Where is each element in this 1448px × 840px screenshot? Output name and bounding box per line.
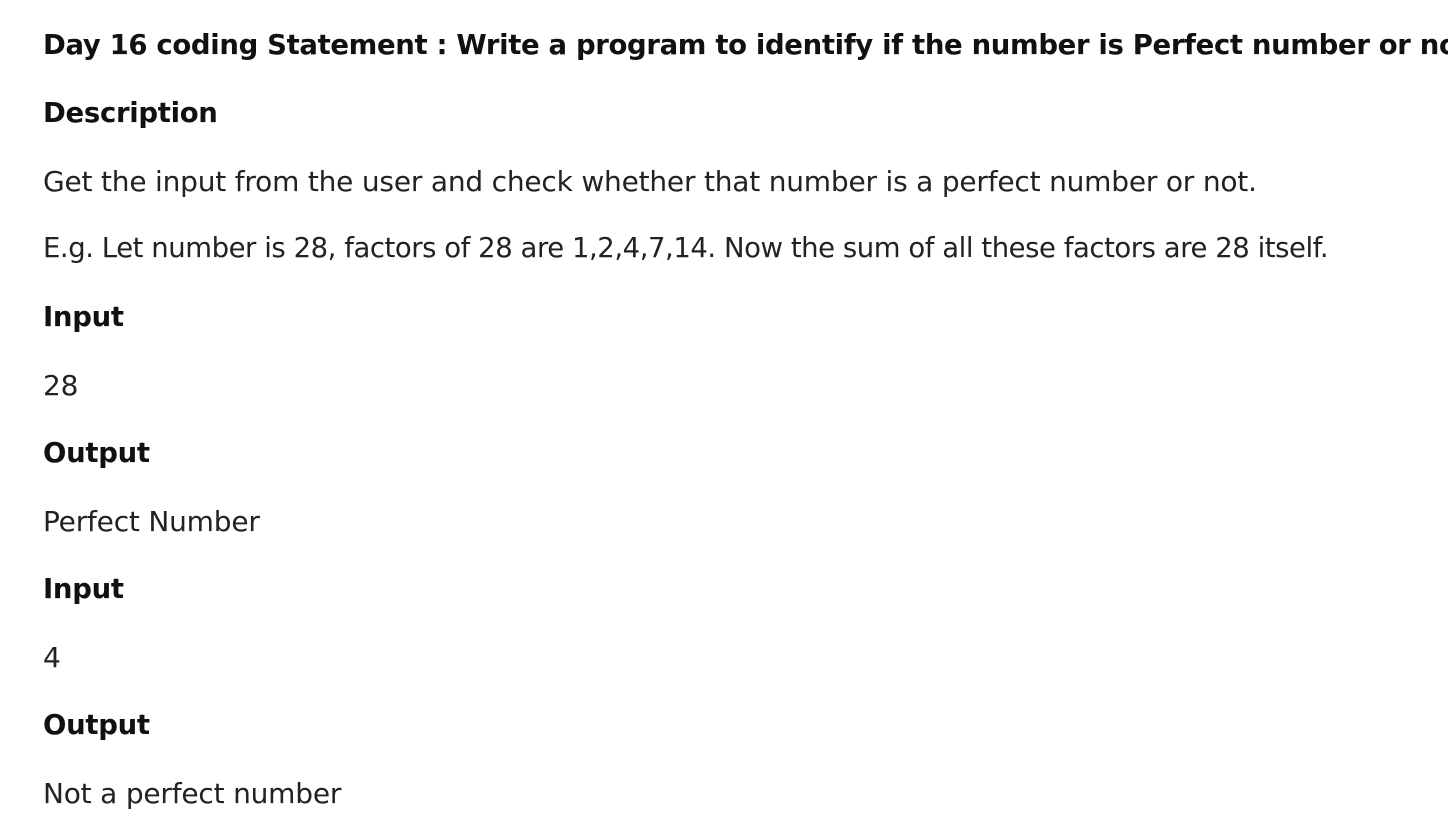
example-2-output-heading: Output bbox=[43, 709, 150, 741]
example-1-output-heading: Output bbox=[43, 437, 150, 469]
example-1-input-heading: Input bbox=[43, 301, 124, 333]
example-2-output-value: Not a perfect number bbox=[43, 777, 342, 810]
example-explanation: E.g. Let number is 28, factors of 28 are… bbox=[43, 232, 1329, 264]
example-1-input-value: 28 bbox=[43, 369, 79, 402]
example-2-input-value: 4 bbox=[43, 641, 61, 674]
description-text: Get the input from the user and check wh… bbox=[43, 165, 1257, 198]
example-1-output-value: Perfect Number bbox=[43, 505, 260, 538]
page-title: Day 16 coding Statement : Write a progra… bbox=[43, 29, 1448, 61]
description-heading: Description bbox=[43, 97, 218, 129]
example-2-input-heading: Input bbox=[43, 573, 124, 605]
